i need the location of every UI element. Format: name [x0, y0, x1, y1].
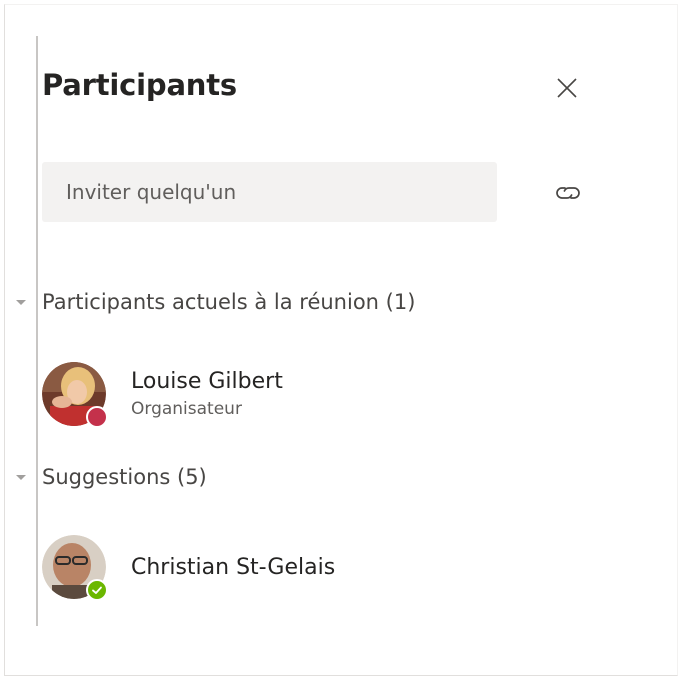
avatar: [42, 362, 108, 428]
close-icon: [557, 78, 577, 98]
participant-name: Louise Gilbert: [131, 369, 283, 394]
section-label: Participants actuels à la réunion (1): [42, 290, 416, 314]
copy-link-button[interactable]: [551, 176, 585, 210]
suggestion-row[interactable]: Christian St-Gelais: [42, 535, 336, 601]
panel-title: Participants: [42, 68, 237, 102]
presence-available-icon: [86, 579, 108, 601]
section-label: Suggestions (5): [42, 465, 207, 489]
caret-down-icon: [16, 475, 26, 480]
participant-row[interactable]: Louise Gilbert Organisateur: [42, 362, 283, 428]
close-button[interactable]: [552, 73, 582, 103]
section-suggestions[interactable]: Suggestions (5): [12, 465, 207, 489]
section-current-participants[interactable]: Participants actuels à la réunion (1): [12, 290, 415, 314]
invite-input[interactable]: [64, 179, 475, 205]
participant-role: Organisateur: [131, 399, 242, 419]
invite-search-box[interactable]: [42, 162, 497, 222]
caret-down-icon: [16, 300, 26, 305]
participant-name: Christian St-Gelais: [131, 554, 336, 580]
presence-busy-icon: [86, 406, 108, 428]
avatar: [42, 535, 108, 601]
panel-divider: [36, 36, 38, 626]
link-icon: [556, 187, 580, 199]
